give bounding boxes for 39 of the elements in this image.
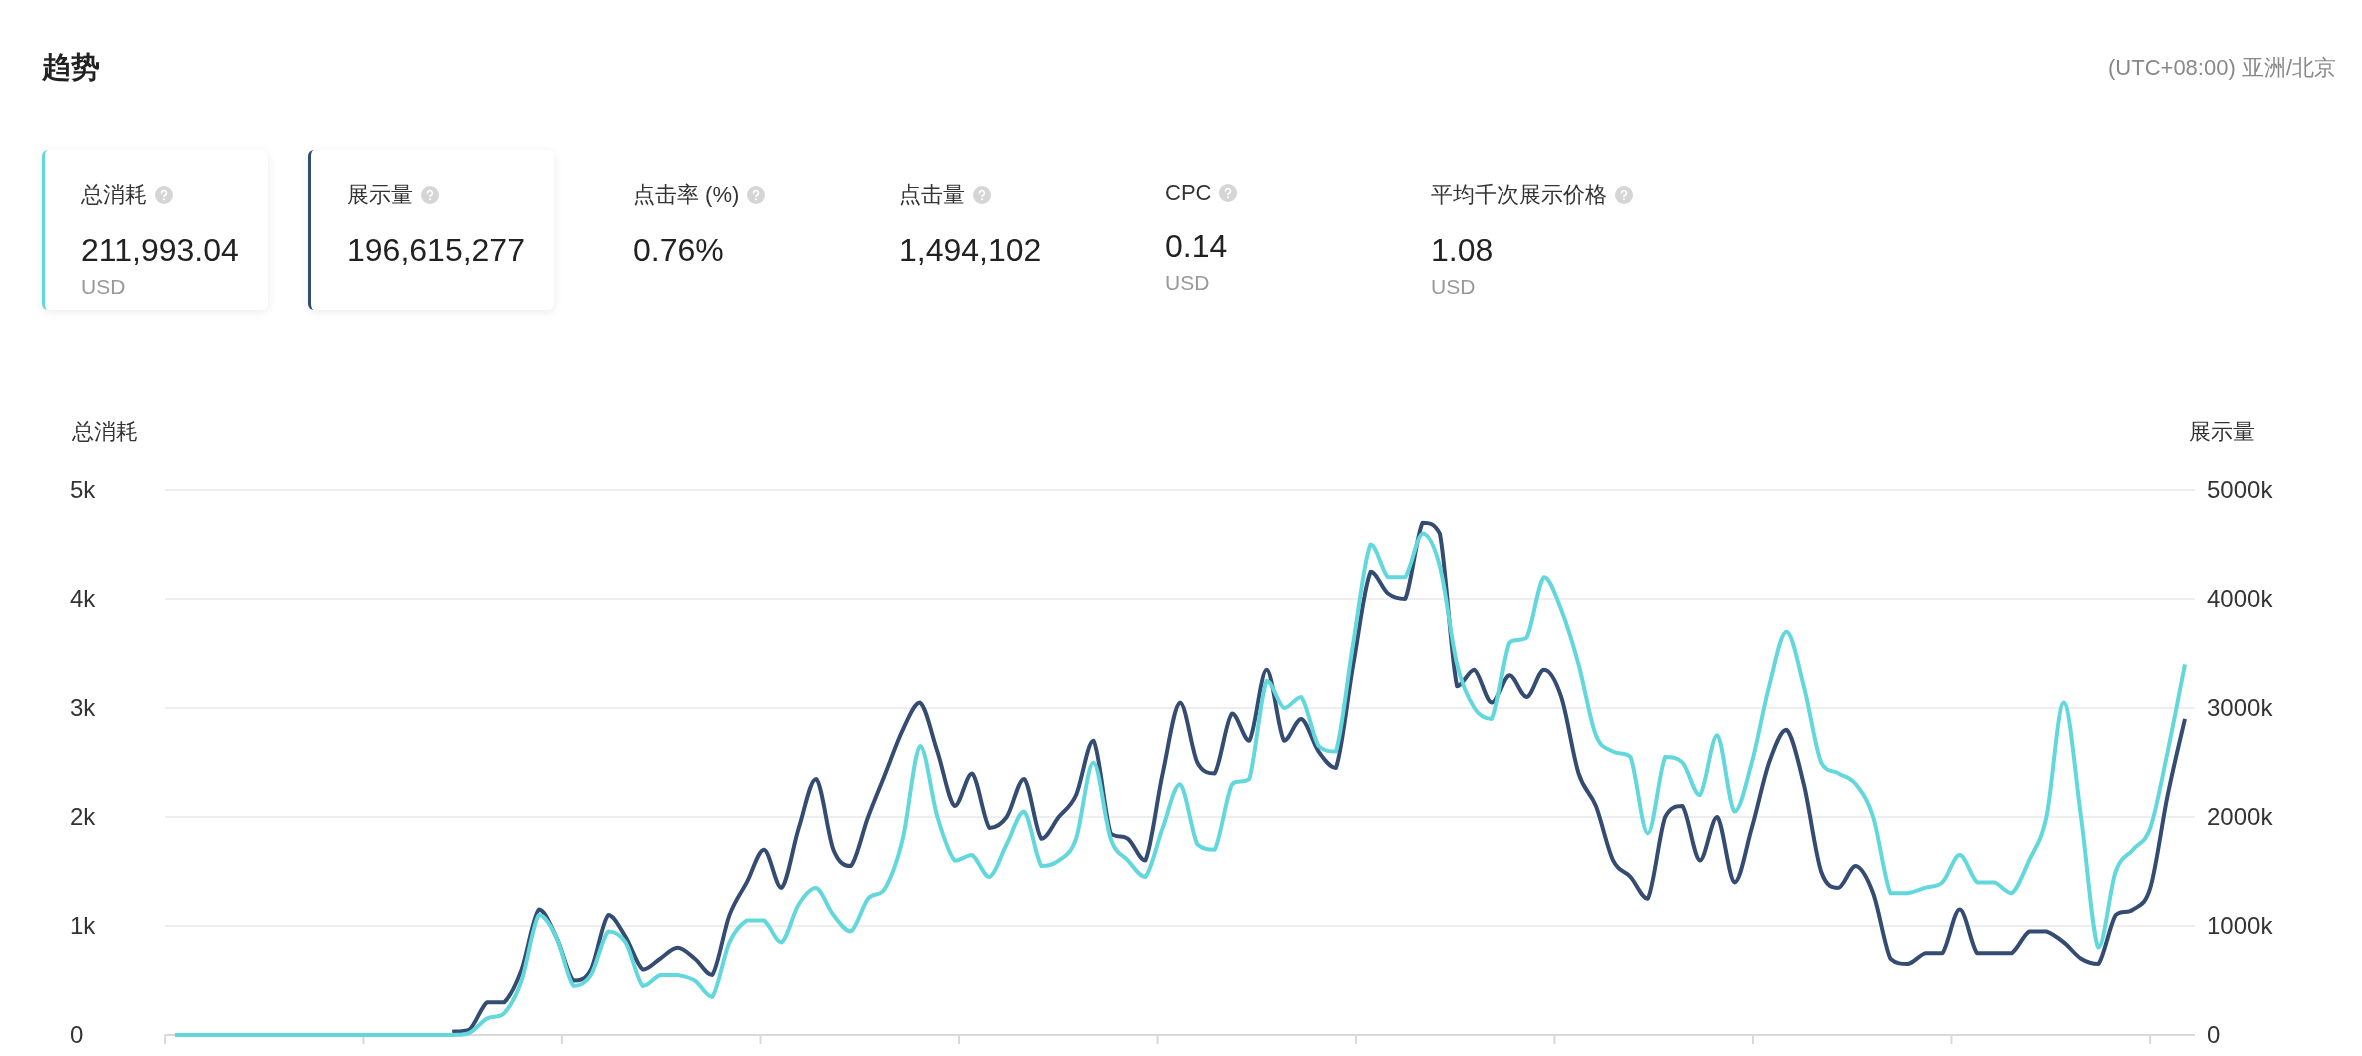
metric-value: 0.76% [633, 232, 725, 269]
help-icon[interactable] [1615, 186, 1633, 204]
axis-tick-label: 4000k [2207, 585, 2273, 612]
axis-tick-label: 1k [70, 912, 96, 939]
help-icon[interactable] [747, 186, 766, 204]
metric-value: 1,494,102 [899, 232, 1043, 269]
help-icon[interactable] [155, 186, 173, 204]
axis-tick-label: 2k [70, 803, 96, 830]
metric-label: 平均千次展示价格 [1431, 181, 1607, 209]
help-icon[interactable] [1219, 184, 1238, 202]
axis-tick-label: 0 [2207, 1021, 2221, 1048]
axis-tick-label: 0 [70, 1021, 84, 1048]
metric-value: 1.08 [1431, 232, 1495, 269]
metric-label: 点击率 (%) [633, 181, 740, 209]
axis-tick-label: 3000k [2207, 694, 2273, 721]
metric-card[interactable]: 展示量 196,615,277 [308, 150, 554, 310]
metric-card[interactable]: 总消耗 211,993.04 USD [42, 150, 268, 310]
axis-tick-label: 1000k [2207, 912, 2273, 939]
axis-tick-label: 5000k [2207, 476, 2273, 503]
metric-value: 196,615,277 [347, 232, 526, 269]
section-title: 趋势 [42, 50, 100, 85]
timezone-label: (UTC+08:00) 亚洲/北京 [2108, 54, 2336, 82]
axis-tick-label: 3k [70, 694, 96, 721]
metric-unit: USD [1165, 271, 1211, 295]
axis-tick-label: 4k [70, 585, 96, 612]
metric-unit: USD [1431, 275, 1477, 299]
metric-label: 展示量 [347, 181, 413, 209]
help-icon[interactable] [973, 186, 991, 204]
metric-unit: USD [81, 275, 127, 299]
metric-label: CPC [1165, 180, 1212, 206]
axis-tick-label: 5k [70, 476, 96, 503]
metric-label: 点击量 [899, 181, 965, 209]
axis-tick-label: 2000k [2207, 803, 2273, 830]
axis-title: 展示量 [2189, 419, 2255, 444]
metric-value: 0.14 [1165, 228, 1229, 265]
help-icon[interactable] [421, 186, 439, 204]
metric-label: 总消耗 [81, 181, 147, 209]
metric-value: 211,993.04 [81, 232, 240, 269]
axis-title: 总消耗 [72, 419, 138, 444]
